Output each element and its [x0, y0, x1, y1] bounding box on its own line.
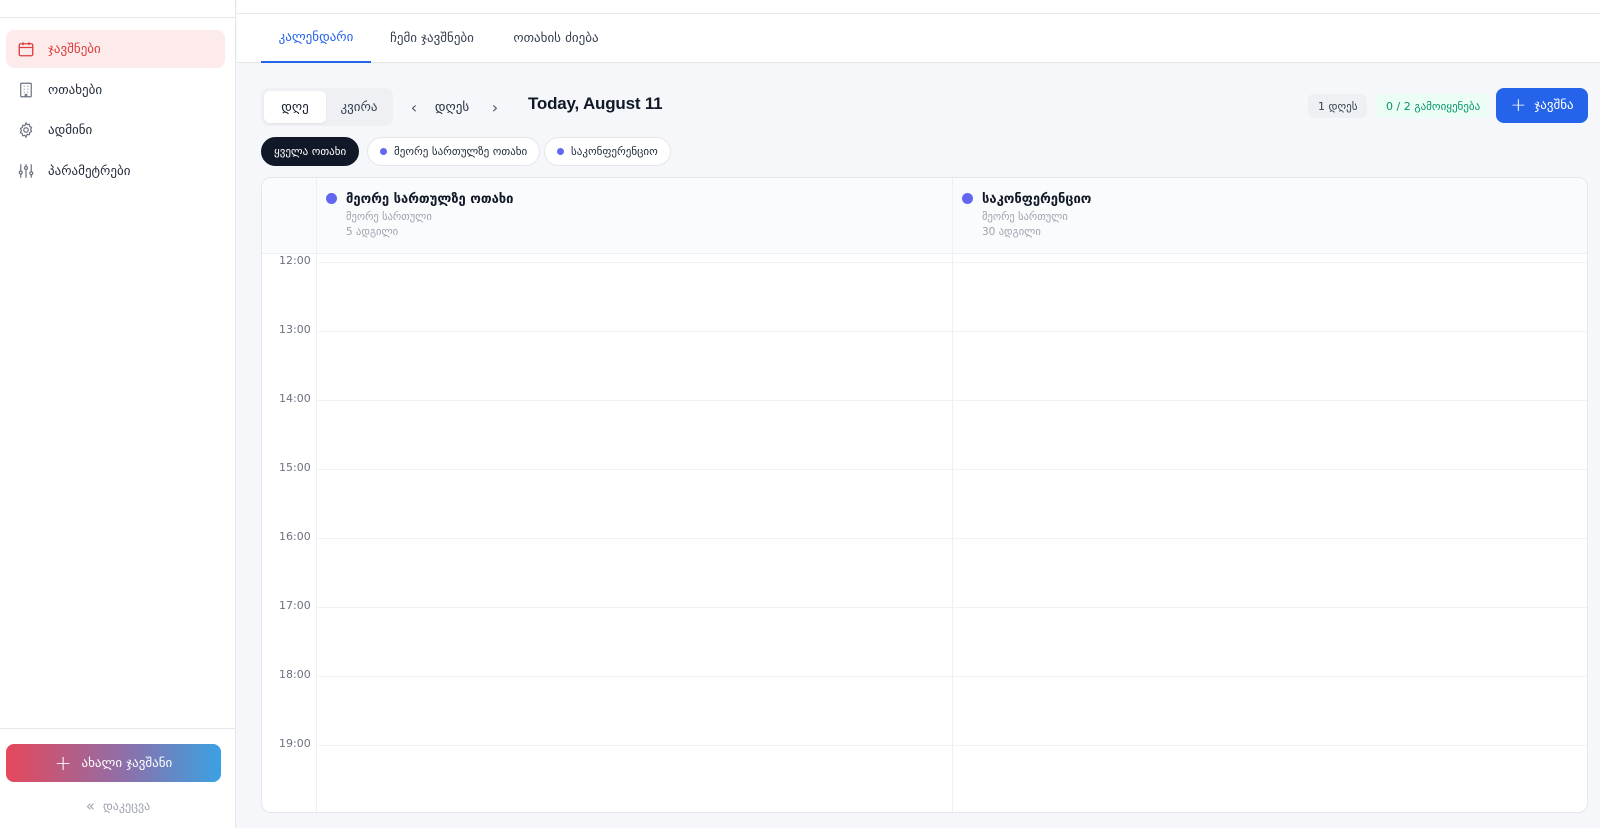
tab-room-search[interactable]: ოთახის ძიება: [501, 14, 611, 63]
date-title: Today, August 11: [528, 94, 663, 113]
sidebar-item-label: პარამეტრები: [48, 163, 131, 179]
calendar-icon: [16, 39, 36, 59]
filter-room-conference[interactable]: საკონფერენციო: [544, 137, 671, 166]
sidebar: ჯავშნები ოთახები ადმინი პარამეტრები + ახ…: [0, 0, 236, 828]
hour-label: 12:00: [279, 254, 311, 267]
room-name: საკონფერენციო: [982, 192, 1092, 207]
tab-bar: კალენდარი ჩემი ჯავშნები ოთახის ძიება: [237, 14, 1600, 63]
hour-gridline: [316, 262, 1587, 263]
filter-label: მეორე სართულზე ოთახი: [394, 145, 528, 158]
plus-icon: +: [1510, 94, 1527, 116]
hour-label: 14:00: [279, 392, 311, 405]
filter-label: საკონფერენციო: [571, 145, 658, 158]
hour-gridline: [316, 538, 1587, 539]
hour-label: 19:00: [279, 737, 311, 750]
today-button[interactable]: დღეს: [429, 94, 475, 120]
hour-label: 17:00: [279, 599, 311, 612]
day-calendar: მეორე სართულზე ოთახი მეორე სართული 5 ადგ…: [261, 177, 1588, 813]
main-content: კალენდარი ჩემი ჯავშნები ოთახის ძიება დღე…: [237, 0, 1600, 828]
add-booking-button[interactable]: + ჯავშნა: [1496, 88, 1588, 123]
chevron-right-icon[interactable]: ›: [484, 96, 506, 118]
sidebar-item-rooms[interactable]: ოთახები: [6, 71, 225, 109]
room-capacity: 30 ადგილი: [982, 226, 1041, 238]
building-icon: [16, 80, 36, 100]
tab-my-bookings[interactable]: ჩემი ჯავშნები: [377, 14, 487, 63]
hour-gridline: [316, 745, 1587, 746]
gear-icon: [16, 120, 36, 140]
add-booking-label: ჯავშნა: [1534, 98, 1574, 113]
hour-label: 18:00: [279, 668, 311, 681]
sidebar-item-bookings[interactable]: ჯავშნები: [6, 30, 225, 68]
divider: [0, 728, 236, 729]
plus-icon: +: [54, 751, 72, 775]
filter-room-second-floor[interactable]: მეორე სართულზე ოთახი: [367, 137, 541, 166]
double-chevron-left-icon: «: [85, 797, 95, 815]
room-color-dot: [326, 193, 337, 204]
hour-gridline: [316, 676, 1587, 677]
hour-gridline: [316, 331, 1587, 332]
hour-label: 15:00: [279, 461, 311, 474]
sidebar-item-label: ოთახები: [48, 82, 103, 98]
room-name: მეორე სართულზე ოთახი: [346, 192, 514, 207]
collapse-label: დაკეცვა: [102, 799, 151, 813]
hour-gridline: [316, 400, 1587, 401]
view-toggle: დღე კვირა: [261, 88, 393, 126]
column-divider: [316, 178, 317, 812]
room-floor: მეორე სართული: [982, 211, 1068, 223]
room-color-dot: [962, 193, 973, 204]
room-color-dot: [557, 148, 564, 155]
hour-gridline: [316, 469, 1587, 470]
hour-gridline: [316, 607, 1587, 608]
sliders-icon: [16, 161, 36, 181]
room-column-header: საკონფერენციო მეორე სართული 30 ადგილი: [962, 178, 1522, 254]
view-week-button[interactable]: კვირა: [328, 91, 390, 123]
chevron-left-icon[interactable]: ‹: [403, 96, 425, 118]
room-column-header: მეორე სართულზე ოთახი მეორე სართული 5 ადგ…: [326, 178, 886, 254]
calendar-header: მეორე სართულზე ოთახი მეორე სართული 5 ადგ…: [262, 178, 1587, 254]
view-day-button[interactable]: დღე: [264, 91, 326, 123]
usage-badge: 0 / 2 გამოიყენება: [1376, 94, 1491, 118]
sidebar-item-settings[interactable]: პარამეტრები: [6, 152, 225, 190]
room-color-dot: [380, 148, 387, 155]
tab-calendar[interactable]: კალენდარი: [261, 14, 371, 63]
sidebar-item-label: ადმინი: [48, 122, 93, 138]
hour-label: 13:00: [279, 323, 311, 336]
new-booking-label: ახალი ჯავშანი: [81, 755, 173, 771]
top-bar: [237, 0, 1600, 14]
column-divider: [952, 178, 953, 812]
new-booking-button[interactable]: + ახალი ჯავშანი: [6, 744, 221, 782]
room-capacity: 5 ადგილი: [346, 226, 399, 238]
hour-label: 16:00: [279, 530, 311, 543]
filter-all-rooms[interactable]: ყველა ოთახი: [261, 137, 360, 166]
today-count-badge: 1 დღეს: [1308, 94, 1368, 118]
collapse-sidebar-button[interactable]: « დაკეცვა: [0, 796, 236, 816]
divider: [0, 17, 236, 18]
sidebar-item-label: ჯავშნები: [48, 41, 101, 57]
filter-label: ყველა ოთახი: [274, 145, 347, 158]
sidebar-item-admin[interactable]: ადმინი: [6, 111, 225, 149]
room-floor: მეორე სართული: [346, 211, 432, 223]
